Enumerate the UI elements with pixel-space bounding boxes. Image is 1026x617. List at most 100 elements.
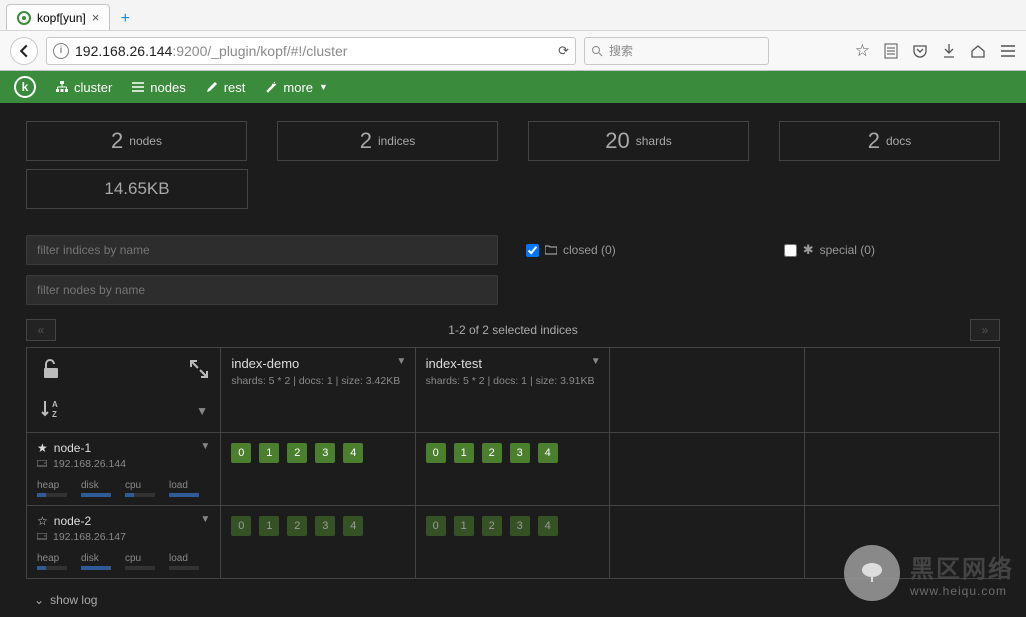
- shard[interactable]: 2: [287, 443, 307, 463]
- special-checkbox[interactable]: [784, 244, 797, 257]
- back-button[interactable]: [10, 37, 38, 65]
- caret-down-icon[interactable]: ▼: [396, 356, 406, 367]
- pocket-icon[interactable]: [912, 44, 928, 58]
- shard[interactable]: 4: [343, 443, 363, 463]
- special-label: special (0): [820, 243, 875, 257]
- shard-replica[interactable]: 3: [315, 516, 335, 536]
- url-text: 192.168.26.144:9200/_plugin/kopf/#!/clus…: [75, 43, 552, 59]
- nav-cluster[interactable]: cluster: [56, 80, 112, 95]
- home-icon[interactable]: [970, 44, 986, 58]
- stat-docs-count: 2: [868, 128, 880, 154]
- stat-indices[interactable]: 2 indices: [277, 121, 498, 161]
- shard-replica[interactable]: 4: [538, 516, 558, 536]
- url-host: 192.168.26.144: [75, 43, 172, 59]
- sort-az-icon[interactable]: AZ: [41, 399, 63, 422]
- shard-replica[interactable]: 0: [426, 516, 446, 536]
- stat-shards[interactable]: 20 shards: [528, 121, 749, 161]
- pager-prev-button[interactable]: «: [26, 319, 56, 341]
- metric-disk-label: disk: [81, 553, 111, 564]
- new-tab-button[interactable]: +: [114, 8, 136, 30]
- nav-rest[interactable]: rest: [206, 80, 246, 95]
- metric-heap-bar: [37, 493, 67, 497]
- star-outline-icon: ☆: [37, 514, 48, 528]
- menu-icon[interactable]: [1000, 44, 1016, 58]
- nav-nodes[interactable]: nodes: [132, 80, 185, 95]
- pager-status: 1-2 of 2 selected indices: [56, 323, 970, 337]
- nav-rest-label: rest: [224, 80, 246, 95]
- kopf-logo[interactable]: k: [14, 76, 36, 98]
- browser-tab[interactable]: kopf[yun] ×: [6, 4, 110, 30]
- shard[interactable]: 1: [259, 443, 279, 463]
- filter-nodes-input[interactable]: [26, 275, 498, 305]
- shard[interactable]: 4: [538, 443, 558, 463]
- watermark: 黑区网络 www.heiqu.com: [844, 545, 1014, 601]
- index-name: index-demo: [231, 356, 406, 371]
- close-tab-icon[interactable]: ×: [92, 10, 100, 25]
- bookmark-icon[interactable]: ☆: [855, 41, 870, 61]
- shard[interactable]: 0: [426, 443, 446, 463]
- metric-load-bar: [169, 566, 199, 570]
- caret-down-icon[interactable]: ▼: [200, 441, 210, 452]
- shard[interactable]: 1: [454, 443, 474, 463]
- caret-down-icon[interactable]: ▼: [591, 356, 601, 367]
- search-placeholder: 搜索: [609, 42, 633, 59]
- shard-replica[interactable]: 3: [510, 516, 530, 536]
- reload-icon[interactable]: ⟳: [558, 43, 569, 59]
- node-row[interactable]: ☆ node-2 192.168.26.147 ▼ heap disk cpu …: [27, 506, 220, 578]
- url-path: :9200/_plugin/kopf/#!/cluster: [172, 43, 347, 59]
- stat-size[interactable]: 14.65KB: [26, 169, 248, 209]
- wand-icon: [265, 81, 277, 93]
- caret-down-icon[interactable]: ▼: [196, 404, 208, 418]
- stat-docs[interactable]: 2 docs: [779, 121, 1000, 161]
- address-bar[interactable]: i 192.168.26.144:9200/_plugin/kopf/#!/cl…: [46, 37, 576, 65]
- nav-more[interactable]: more ▼: [265, 80, 328, 95]
- metric-load-label: load: [169, 553, 199, 564]
- index-header-test[interactable]: index-test shards: 5 * 2 | docs: 1 | siz…: [416, 348, 611, 395]
- caret-down-icon: ▼: [319, 82, 328, 92]
- shard-replica[interactable]: 4: [343, 516, 363, 536]
- node-name-label: node-2: [54, 514, 91, 528]
- caret-down-icon[interactable]: ▼: [200, 514, 210, 525]
- unlock-icon[interactable]: [41, 358, 61, 383]
- shard[interactable]: 3: [510, 443, 530, 463]
- nav-cluster-label: cluster: [74, 80, 112, 95]
- site-info-icon[interactable]: i: [53, 43, 69, 59]
- shard-replica[interactable]: 1: [259, 516, 279, 536]
- shard[interactable]: 3: [315, 443, 335, 463]
- sitemap-icon: [56, 81, 68, 93]
- metric-cpu-label: cpu: [125, 480, 155, 491]
- watermark-title: 黑区网络: [910, 549, 1014, 584]
- stat-shards-label: shards: [636, 134, 672, 148]
- index-name: index-test: [426, 356, 601, 371]
- shard-replica[interactable]: 0: [231, 516, 251, 536]
- search-icon: [591, 45, 603, 57]
- index-header-demo[interactable]: index-demo shards: 5 * 2 | docs: 1 | siz…: [221, 348, 416, 395]
- metric-disk-bar: [81, 566, 111, 570]
- shard-replica[interactable]: 1: [454, 516, 474, 536]
- stat-docs-label: docs: [886, 134, 911, 148]
- node-row[interactable]: ★ node-1 192.168.26.144 ▼ heap disk cpu …: [27, 433, 220, 505]
- shard-replica[interactable]: 2: [482, 516, 502, 536]
- stat-nodes[interactable]: 2 nodes: [26, 121, 247, 161]
- tab-title: kopf[yun]: [37, 11, 86, 25]
- filter-special-checkbox[interactable]: ✱ special (0): [784, 242, 875, 258]
- pager-next-button[interactable]: »: [970, 319, 1000, 341]
- closed-label: closed (0): [563, 243, 616, 257]
- top-navbar: k cluster nodes rest more ▼: [0, 71, 1026, 103]
- download-icon[interactable]: [942, 43, 956, 59]
- reader-icon[interactable]: [884, 43, 898, 59]
- browser-search-box[interactable]: 搜索: [584, 37, 769, 65]
- filter-indices-input[interactable]: [26, 235, 498, 265]
- shard[interactable]: 0: [231, 443, 251, 463]
- hdd-icon: [37, 533, 47, 541]
- filter-closed-checkbox[interactable]: closed (0): [526, 243, 616, 257]
- shard-replica[interactable]: 2: [287, 516, 307, 536]
- stat-indices-label: indices: [378, 134, 415, 148]
- node-ip-label: 192.168.26.144: [53, 458, 126, 470]
- kopf-favicon: [17, 11, 31, 25]
- shard[interactable]: 2: [482, 443, 502, 463]
- expand-icon[interactable]: [190, 360, 208, 381]
- svg-text:A: A: [52, 400, 58, 409]
- metric-cpu-label: cpu: [125, 553, 155, 564]
- closed-checkbox[interactable]: [526, 244, 539, 257]
